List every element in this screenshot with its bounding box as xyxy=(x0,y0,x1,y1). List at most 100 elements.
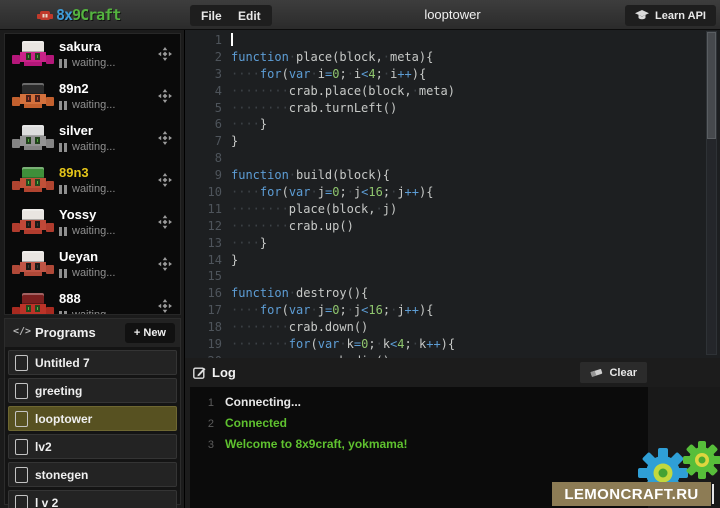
log-line-number: 3 xyxy=(190,435,214,456)
code-file-icon xyxy=(15,439,28,455)
code-line: 10····for(var·j=0;·j<16;·j++){ xyxy=(185,184,720,201)
log-line-number: 2 xyxy=(190,414,214,435)
code-file-icon xyxy=(15,355,28,371)
code-line: 16function·destroy(){ xyxy=(185,285,720,302)
code-file-icon xyxy=(15,467,28,483)
program-item[interactable]: l v 2 xyxy=(8,490,177,508)
player-row[interactable]: 89n3waiting... xyxy=(5,160,180,202)
line-number: 8 xyxy=(185,150,222,167)
code-line: 11········place(block,·j) xyxy=(185,201,720,218)
program-items: Untitled 7 greeting looptower lv2 stonegen l … xyxy=(5,347,180,508)
new-program-button[interactable]: + New xyxy=(125,323,175,343)
program-item[interactable]: looptower xyxy=(8,406,177,431)
code-line: 18········crab.down() xyxy=(185,319,720,336)
code-editor[interactable]: 12function·place(block,·meta){3····for(v… xyxy=(185,30,720,358)
player-name: Ueyan xyxy=(59,249,98,264)
code-line: 3····for(var·i=0;·i<4;·i++){ xyxy=(185,66,720,83)
player-row[interactable]: Ueyan waiting... xyxy=(5,244,180,286)
move-icon[interactable] xyxy=(158,47,172,61)
program-item[interactable]: lv2 xyxy=(8,434,177,459)
code-line: 4········crab.place(block,·meta) xyxy=(185,83,720,100)
player-row[interactable]: sakurawaiting... xyxy=(5,34,180,76)
player-status: waiting... xyxy=(59,267,115,279)
app-logo: 8x9Craft xyxy=(36,6,120,24)
log-line-number: 1 xyxy=(190,393,214,414)
edit-menu-button[interactable]: Edit xyxy=(227,5,272,26)
move-icon[interactable] xyxy=(158,173,172,187)
line-number: 9 xyxy=(185,167,222,184)
scrollbar-thumb[interactable] xyxy=(707,32,716,139)
line-number: 5 xyxy=(185,100,222,117)
app-window: 8x9Craft File Edit looptower Learn API s… xyxy=(0,0,720,508)
program-item[interactable]: Untitled 7 xyxy=(8,350,177,375)
line-number: 11 xyxy=(185,201,222,218)
clear-log-button[interactable]: Clear xyxy=(580,362,647,383)
code-line: 2function·place(block,·meta){ xyxy=(185,49,720,66)
pause-icon xyxy=(59,143,67,152)
player-status: waiting... xyxy=(59,141,115,153)
line-number: 16 xyxy=(185,285,222,302)
pause-icon xyxy=(59,227,67,236)
player-name: silver xyxy=(59,123,93,138)
learn-api-button[interactable]: Learn API xyxy=(625,5,716,26)
player-name: sakura xyxy=(59,39,101,54)
line-number: 2 xyxy=(185,49,222,66)
code-line: 8 xyxy=(185,150,720,167)
program-name: l v 2 xyxy=(35,496,58,508)
watermark-caret xyxy=(712,484,714,504)
pause-icon xyxy=(59,311,67,316)
log-entry: 1Connecting... xyxy=(190,392,648,413)
log-title: Log xyxy=(212,365,236,380)
code-line: 19········for(var·k=0;·k<4;·k++){ xyxy=(185,336,720,353)
move-icon[interactable] xyxy=(158,131,172,145)
player-name: 89n2 xyxy=(59,81,89,96)
line-number: 6 xyxy=(185,116,222,133)
code-line: 5········crab.turnLeft() xyxy=(185,100,720,117)
player-name: 89n3 xyxy=(59,165,89,180)
pause-icon xyxy=(59,269,67,278)
line-number: 12 xyxy=(185,218,222,235)
log-entries: 1Connecting...2Connected3Welcome to 8x9c… xyxy=(190,387,648,455)
player-status: waiting... xyxy=(59,309,115,315)
player-name: 888 xyxy=(59,291,81,306)
code-brackets-icon: </> xyxy=(13,326,31,337)
move-icon[interactable] xyxy=(158,89,172,103)
line-number: 1 xyxy=(185,32,222,49)
program-name: Untitled 7 xyxy=(35,356,90,370)
line-number: 19 xyxy=(185,336,222,353)
program-name: lv2 xyxy=(35,440,52,454)
player-status: waiting... xyxy=(59,99,115,111)
program-name: stonegen xyxy=(35,468,88,482)
player-row[interactable]: 888 waiting... xyxy=(5,286,180,315)
line-number: 14 xyxy=(185,252,222,269)
player-row[interactable]: silver waiting... xyxy=(5,118,180,160)
eraser-icon xyxy=(590,368,603,378)
text-cursor xyxy=(231,33,233,46)
player-list: sakurawaiting...89n2waiting...silverwait… xyxy=(4,33,181,315)
programs-panel: </> Programs + New Untitled 7 greeting loo… xyxy=(4,318,181,505)
code-line: 14} xyxy=(185,252,720,269)
pause-icon xyxy=(59,59,67,68)
player-row[interactable]: 89n2 waiting... xyxy=(5,76,180,118)
move-icon[interactable] xyxy=(158,215,172,229)
code-line: 9function·build(block){ xyxy=(185,167,720,184)
program-item[interactable]: stonegen xyxy=(8,462,177,487)
code-line: 6····} xyxy=(185,116,720,133)
code-file-icon xyxy=(15,383,28,399)
log-header: Log Clear xyxy=(185,358,720,387)
watermark-banner: LEMONCRAFT.RU xyxy=(552,482,711,506)
program-item[interactable]: greeting xyxy=(8,378,177,403)
code-line: 12········crab.up() xyxy=(185,218,720,235)
gear-icon-green xyxy=(682,440,720,480)
pause-icon xyxy=(59,185,67,194)
line-number: 10 xyxy=(185,184,222,201)
programs-header: </> Programs + New xyxy=(5,319,180,347)
player-row[interactable]: Yossywaiting... xyxy=(5,202,180,244)
line-number: 15 xyxy=(185,268,222,285)
move-icon[interactable] xyxy=(158,257,172,271)
programs-title: Programs xyxy=(35,325,96,340)
move-icon[interactable] xyxy=(158,299,172,313)
crab-icon xyxy=(36,8,54,22)
header-bar: 8x9Craft File Edit looptower Learn API xyxy=(0,0,720,30)
editor-scrollbar[interactable] xyxy=(706,31,717,355)
